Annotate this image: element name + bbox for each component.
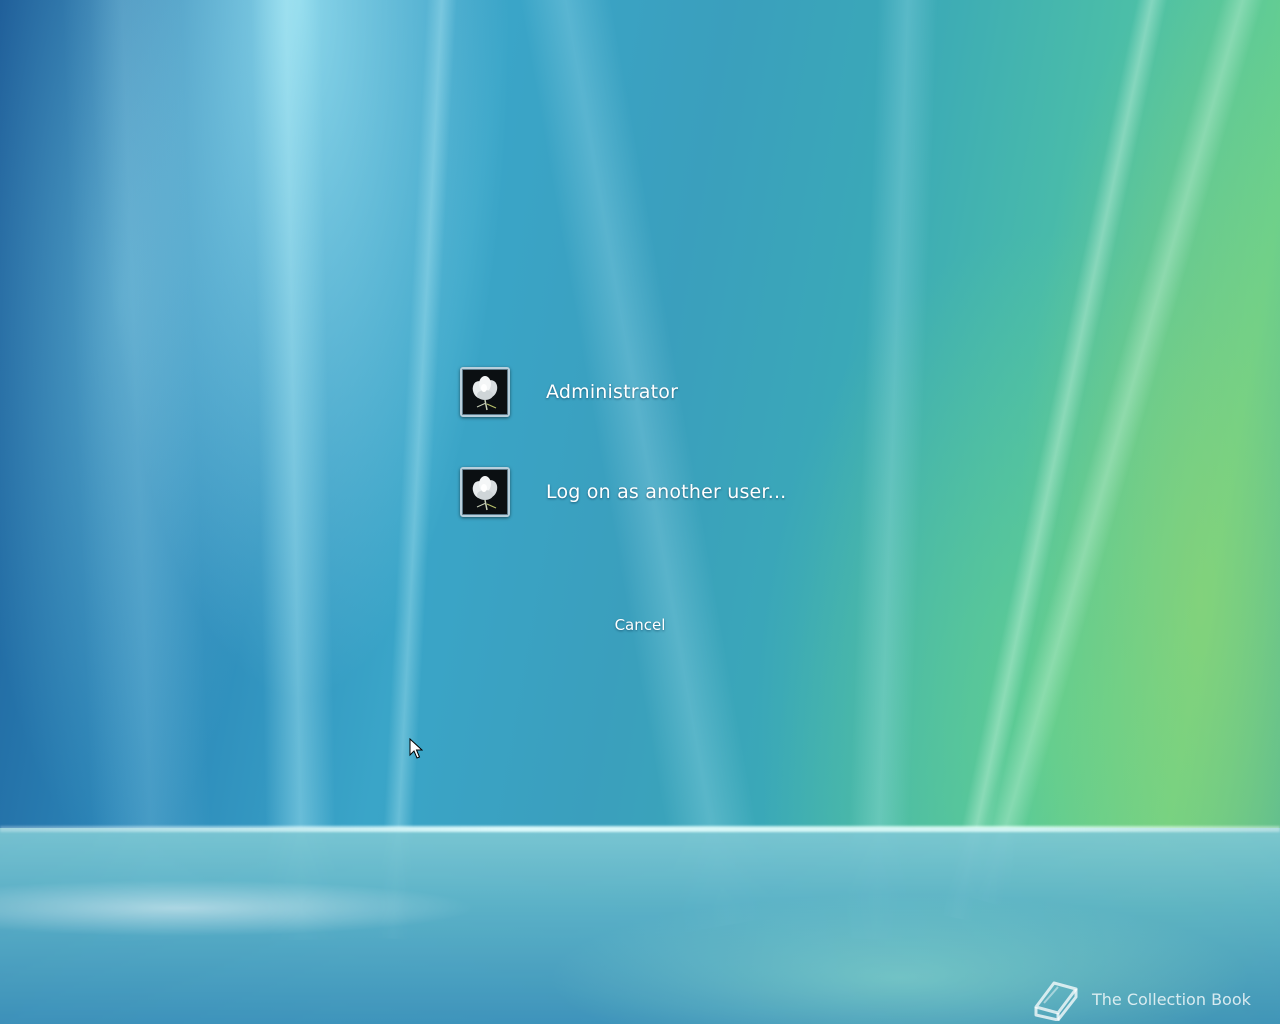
branding-label: The Collection Book [1092, 989, 1251, 1009]
background-horizon [0, 826, 1280, 832]
mouse-pointer-icon [409, 738, 423, 759]
background-light-beam [965, 0, 1280, 907]
white-flower-icon [463, 370, 507, 414]
user-name-label: Log on as another user... [546, 481, 787, 503]
branding-logo: The Collection Book [1030, 976, 1270, 1022]
book-icon [1034, 981, 1078, 1021]
cancel-button[interactable]: Cancel [600, 614, 680, 636]
user-tile-other-user[interactable]: Log on as another user... [460, 465, 800, 519]
white-flower-icon [463, 470, 507, 514]
background-light-beam [60, 0, 215, 942]
user-name-label: Administrator [546, 381, 679, 403]
background-light-beam [250, 0, 338, 941]
background-light-beam [942, 0, 1180, 922]
user-tile-administrator[interactable]: Administrator [460, 365, 800, 419]
background-light-beam [377, 0, 460, 940]
user-avatar-picture [460, 367, 510, 417]
user-avatar-picture [460, 467, 510, 517]
background-light-beam [845, 0, 940, 941]
